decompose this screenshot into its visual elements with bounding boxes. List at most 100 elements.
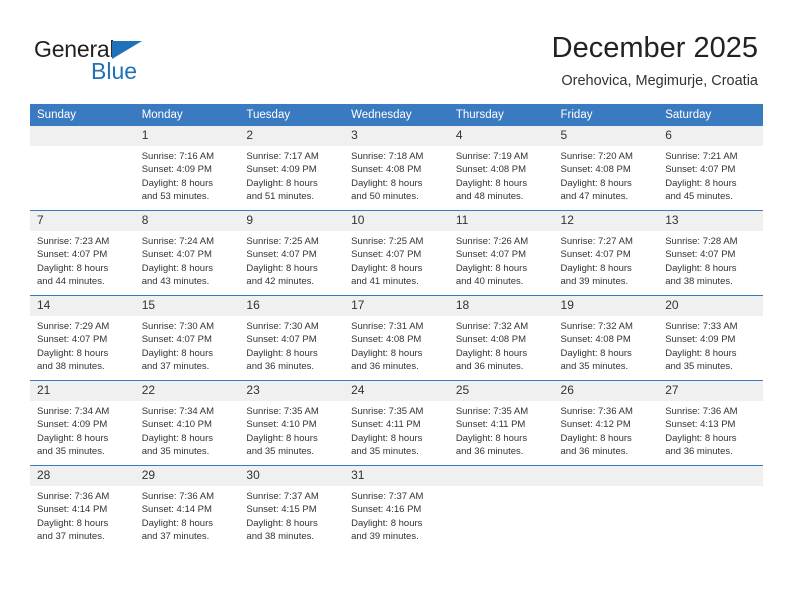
sunset-text: Sunset: 4:09 PM [246, 164, 317, 176]
calendar-day-cell[interactable]: 4 Sunrise: 7:19 AM Sunset: 4:08 PM Daylight… [448, 126, 554, 211]
calendar-day-cell[interactable]: 7 Sunrise: 7:23 AM Sunset: 4:07 PM Daylight… [30, 210, 135, 296]
sunset-text: Sunset: 4:07 PM [141, 334, 212, 346]
calendar-day-cell[interactable]: 11 Sunrise: 7:26 AM Sunset: 4:07 PM Dayligh… [448, 210, 554, 296]
day-number: 26 [553, 381, 659, 401]
generalblue-logo[interactable]: General Blue [34, 36, 164, 86]
sunset-text: Sunset: 4:07 PM [455, 249, 527, 261]
daylight-text-line1: Daylight: 8 hours [665, 347, 737, 359]
day-number: 27 [658, 381, 763, 401]
calendar-day-cell[interactable]: 20 Sunrise: 7:33 AM Sunset: 4:09 PM Dayligh… [658, 295, 763, 381]
calendar-day-cell[interactable]: 22 Sunrise: 7:34 AM Sunset: 4:10 PM Dayligh… [134, 380, 240, 466]
daylight-text-line1: Daylight: 8 hours [246, 347, 318, 359]
day-number: 17 [344, 296, 449, 316]
day-details: Sunrise: 7:26 AM Sunset: 4:07 PM Daylight:… [449, 231, 554, 288]
sunset-text: Sunset: 4:07 PM [37, 334, 108, 346]
daylight-text-line1: Daylight: 8 hours [37, 347, 109, 359]
sunset-text: Sunset: 4:15 PM [246, 504, 317, 516]
day-number [30, 126, 135, 146]
calendar-day-cell[interactable]: 19 Sunrise: 7:32 AM Sunset: 4:08 PM Dayligh… [553, 295, 659, 381]
calendar-day-cell[interactable]: 29 Sunrise: 7:36 AM Sunset: 4:14 PM Dayligh… [134, 465, 240, 550]
day-number: 5 [553, 126, 659, 146]
weekday-header-monday: Monday [134, 104, 240, 126]
daylight-text-line1: Daylight: 8 hours [560, 262, 632, 274]
daylight-text-line1: Daylight: 8 hours [246, 177, 318, 189]
calendar-day-cell[interactable]: 21 Sunrise: 7:34 AM Sunset: 4:09 PM Dayligh… [30, 380, 135, 466]
calendar-day-cell[interactable]: 30 Sunrise: 7:37 AM Sunset: 4:15 PM Dayligh… [239, 465, 345, 550]
day-details: Sunrise: 7:36 AM Sunset: 4:12 PM Daylight:… [554, 401, 659, 458]
day-details: Sunrise: 7:17 AM Sunset: 4:09 PM Daylight:… [239, 146, 344, 203]
daylight-text-line1: Daylight: 8 hours [246, 262, 318, 274]
daylight-text-line2: and 37 minutes. [141, 360, 210, 372]
calendar-day-cell[interactable]: 12 Sunrise: 7:27 AM Sunset: 4:07 PM Dayligh… [553, 210, 659, 296]
daylight-text-line1: Daylight: 8 hours [351, 347, 423, 359]
calendar-day-cell[interactable]: 3 Sunrise: 7:18 AM Sunset: 4:08 PM Daylight… [344, 126, 449, 211]
sunset-text: Sunset: 4:12 PM [560, 419, 631, 431]
sunrise-text: Sunrise: 7:35 AM [455, 406, 529, 417]
daylight-text-line1: Daylight: 8 hours [665, 262, 737, 274]
daylight-text-line2: and 39 minutes. [351, 530, 419, 542]
day-number: 2 [239, 126, 345, 146]
calendar-body: 1 Sunrise: 7:16 AM Sunset: 4:09 PM Daylight… [30, 126, 763, 550]
daylight-text-line2: and 35 minutes. [560, 360, 629, 372]
daylight-text-line2: and 35 minutes. [665, 360, 733, 372]
calendar-empty-cell [658, 465, 763, 550]
sunrise-text: Sunrise: 7:17 AM [246, 151, 319, 162]
calendar-day-cell[interactable]: 15 Sunrise: 7:30 AM Sunset: 4:07 PM Dayligh… [134, 295, 240, 381]
sunset-text: Sunset: 4:14 PM [37, 504, 108, 516]
calendar-empty-cell [553, 465, 659, 550]
calendar-day-cell[interactable]: 5 Sunrise: 7:20 AM Sunset: 4:08 PM Daylight… [553, 126, 659, 211]
calendar-day-cell[interactable]: 25 Sunrise: 7:35 AM Sunset: 4:11 PM Dayligh… [448, 380, 554, 466]
sunset-text: Sunset: 4:07 PM [246, 334, 317, 346]
daylight-text-line2: and 36 minutes. [560, 445, 629, 457]
calendar-day-cell[interactable]: 23 Sunrise: 7:35 AM Sunset: 4:10 PM Dayligh… [239, 380, 345, 466]
calendar-day-cell[interactable]: 26 Sunrise: 7:36 AM Sunset: 4:12 PM Dayligh… [553, 380, 659, 466]
day-number: 30 [239, 466, 345, 486]
calendar-day-cell[interactable]: 14 Sunrise: 7:29 AM Sunset: 4:07 PM Dayligh… [30, 295, 135, 381]
calendar-day-cell[interactable]: 27 Sunrise: 7:36 AM Sunset: 4:13 PM Dayligh… [658, 380, 763, 466]
daylight-text-line1: Daylight: 8 hours [37, 432, 109, 444]
daylight-text-line2: and 36 minutes. [351, 360, 419, 372]
daylight-text-line2: and 44 minutes. [37, 275, 105, 287]
sunrise-text: Sunrise: 7:18 AM [351, 151, 424, 162]
day-details: Sunrise: 7:36 AM Sunset: 4:14 PM Daylight:… [30, 486, 135, 543]
calendar-day-cell[interactable]: 13 Sunrise: 7:28 AM Sunset: 4:07 PM Dayligh… [658, 210, 763, 296]
sunset-text: Sunset: 4:07 PM [141, 249, 212, 261]
calendar-day-cell[interactable]: 18 Sunrise: 7:32 AM Sunset: 4:08 PM Dayligh… [448, 295, 554, 381]
day-number: 12 [553, 211, 659, 231]
daylight-text-line1: Daylight: 8 hours [141, 262, 213, 274]
day-number: 6 [658, 126, 763, 146]
calendar-day-cell[interactable]: 28 Sunrise: 7:36 AM Sunset: 4:14 PM Dayligh… [30, 465, 135, 550]
daylight-text-line1: Daylight: 8 hours [37, 517, 109, 529]
calendar-day-cell[interactable]: 24 Sunrise: 7:35 AM Sunset: 4:11 PM Dayligh… [344, 380, 449, 466]
daylight-text-line2: and 38 minutes. [665, 275, 733, 287]
day-details: Sunrise: 7:37 AM Sunset: 4:15 PM Daylight:… [239, 486, 344, 543]
daylight-text-line1: Daylight: 8 hours [455, 177, 528, 189]
calendar-day-cell[interactable]: 16 Sunrise: 7:30 AM Sunset: 4:07 PM Dayligh… [239, 295, 345, 381]
weekday-header-saturday: Saturday [658, 104, 763, 126]
calendar-day-cell[interactable]: 17 Sunrise: 7:31 AM Sunset: 4:08 PM Dayligh… [344, 295, 449, 381]
daylight-text-line1: Daylight: 8 hours [246, 432, 318, 444]
sunrise-text: Sunrise: 7:16 AM [141, 151, 215, 162]
day-number [658, 466, 763, 486]
calendar-day-cell[interactable]: 1 Sunrise: 7:16 AM Sunset: 4:09 PM Daylight… [134, 126, 240, 211]
sunrise-text: Sunrise: 7:30 AM [246, 321, 319, 332]
calendar-day-cell[interactable]: 2 Sunrise: 7:17 AM Sunset: 4:09 PM Daylight… [239, 126, 345, 211]
calendar-page: General Blue December 2025 Orehovica, Me… [0, 0, 792, 612]
calendar-day-cell[interactable]: 10 Sunrise: 7:25 AM Sunset: 4:07 PM Dayligh… [344, 210, 449, 296]
daylight-text-line2: and 45 minutes. [665, 190, 733, 202]
daylight-text-line2: and 35 minutes. [141, 445, 210, 457]
daylight-text-line2: and 36 minutes. [246, 360, 315, 372]
sunrise-text: Sunrise: 7:35 AM [351, 406, 424, 417]
sunrise-text: Sunrise: 7:35 AM [246, 406, 319, 417]
day-number: 16 [239, 296, 345, 316]
daylight-text-line1: Daylight: 8 hours [455, 432, 528, 444]
day-details: Sunrise: 7:20 AM Sunset: 4:08 PM Daylight:… [554, 146, 659, 203]
calendar-day-cell[interactable]: 8 Sunrise: 7:24 AM Sunset: 4:07 PM Daylight… [134, 210, 240, 296]
weekday-header-tuesday: Tuesday [239, 104, 345, 126]
calendar-day-cell[interactable]: 9 Sunrise: 7:25 AM Sunset: 4:07 PM Daylight… [239, 210, 345, 296]
calendar-day-cell[interactable]: 31 Sunrise: 7:37 AM Sunset: 4:16 PM Dayligh… [344, 465, 449, 550]
page-title: December 2025 [551, 32, 758, 64]
daylight-text-line2: and 38 minutes. [37, 360, 105, 372]
calendar-day-cell[interactable]: 6 Sunrise: 7:21 AM Sunset: 4:07 PM Daylight… [658, 126, 763, 211]
sunset-text: Sunset: 4:08 PM [560, 164, 631, 176]
